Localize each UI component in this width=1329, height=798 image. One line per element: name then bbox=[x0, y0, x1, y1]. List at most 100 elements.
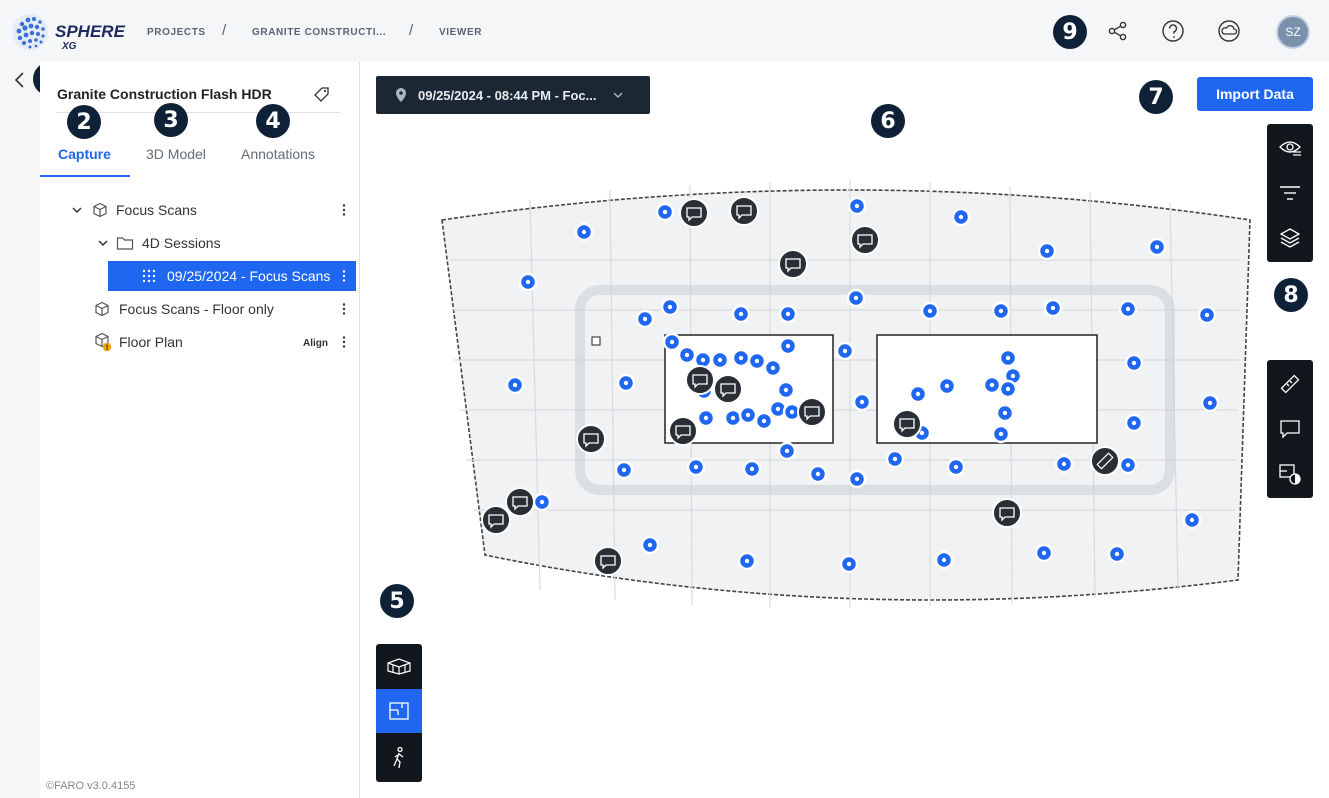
scan-point-center bbox=[859, 399, 865, 405]
help-icon[interactable] bbox=[1159, 16, 1187, 46]
scan-point-center bbox=[1114, 551, 1120, 557]
scan-point-center bbox=[1125, 306, 1131, 312]
walk-view-icon[interactable] bbox=[376, 736, 422, 780]
comment-pin[interactable] bbox=[576, 424, 606, 454]
scan-point-center bbox=[854, 476, 860, 482]
scan-point-center bbox=[761, 418, 767, 424]
measure-pin[interactable] bbox=[1090, 446, 1120, 476]
comment-icon[interactable] bbox=[1267, 407, 1313, 451]
comment-pin[interactable] bbox=[778, 249, 808, 279]
scan-point-center bbox=[730, 415, 736, 421]
more-vertical-icon[interactable] bbox=[340, 203, 348, 217]
floor-plan-map[interactable] bbox=[430, 160, 1260, 620]
comment-pin[interactable] bbox=[729, 196, 759, 226]
divider bbox=[57, 112, 340, 113]
more-vertical-icon[interactable] bbox=[340, 269, 348, 283]
comment-pin[interactable] bbox=[685, 365, 715, 395]
3d-view-icon[interactable] bbox=[376, 644, 422, 688]
scan-point-center bbox=[915, 391, 921, 397]
filter-icon[interactable] bbox=[1267, 171, 1313, 215]
scan-point-center bbox=[927, 308, 933, 314]
scan-point-center bbox=[754, 358, 760, 364]
scan-point-center bbox=[944, 383, 950, 389]
scan-point-center bbox=[581, 229, 587, 235]
scan-point-center bbox=[1005, 355, 1011, 361]
scan-point-center bbox=[784, 448, 790, 454]
tree-label: Focus Scans - Floor only bbox=[119, 301, 274, 317]
layers-icon[interactable] bbox=[1267, 216, 1313, 260]
chevron-left-icon[interactable] bbox=[12, 70, 28, 90]
comment-pin[interactable] bbox=[679, 198, 709, 228]
share-icon[interactable] bbox=[1104, 16, 1132, 46]
import-data-button[interactable]: Import Data bbox=[1197, 77, 1313, 111]
cube-icon bbox=[93, 202, 107, 218]
tree-item-4d-sessions[interactable]: 4D Sessions bbox=[96, 228, 350, 258]
tab-3d-model[interactable]: 3D Model bbox=[146, 146, 206, 162]
callout-badge-9: 9 bbox=[1053, 15, 1087, 49]
align-button[interactable]: Align bbox=[303, 338, 328, 349]
measure-icon[interactable] bbox=[1267, 362, 1313, 406]
comment-pin[interactable] bbox=[593, 546, 623, 576]
scan-point-center bbox=[1061, 461, 1067, 467]
scan-point-center bbox=[642, 316, 648, 322]
comment-pin[interactable] bbox=[892, 409, 922, 439]
scan-point-center bbox=[770, 365, 776, 371]
grid-dots-icon[interactable] bbox=[140, 269, 156, 283]
tree-item-focus-scans[interactable]: Focus Scans bbox=[70, 195, 350, 225]
scan-point-center bbox=[1154, 244, 1160, 250]
annotation-tools-group bbox=[1267, 360, 1313, 498]
tab-capture[interactable]: Capture bbox=[58, 146, 111, 162]
compare-icon[interactable] bbox=[1267, 452, 1313, 496]
scan-point-center bbox=[941, 557, 947, 563]
tag-icon[interactable] bbox=[314, 86, 330, 102]
chevron-down-icon[interactable] bbox=[96, 236, 110, 250]
eye-settings-icon[interactable] bbox=[1267, 126, 1313, 170]
breadcrumb-project[interactable]: GRANITE CONSTRUCTI... bbox=[252, 27, 386, 38]
callout-badge-5: 5 bbox=[380, 584, 414, 618]
comment-pin[interactable] bbox=[992, 498, 1022, 528]
tree-label: 09/25/2024 - Focus Scans bbox=[167, 268, 331, 284]
scan-point-center bbox=[539, 499, 545, 505]
scan-point-center bbox=[1207, 400, 1213, 406]
comment-pin[interactable] bbox=[668, 416, 698, 446]
tree-label: Floor Plan bbox=[119, 334, 183, 350]
scan-point-center bbox=[1050, 305, 1056, 311]
location-pin-icon bbox=[396, 88, 406, 102]
breadcrumb-projects[interactable]: PROJECTS bbox=[147, 27, 206, 38]
scan-point-center bbox=[623, 380, 629, 386]
chevron-down-icon[interactable] bbox=[70, 203, 84, 217]
scan-point-center bbox=[854, 203, 860, 209]
scan-point-center bbox=[700, 357, 706, 363]
session-date-dropdown[interactable]: 09/25/2024 - 08:44 PM - Foc... bbox=[376, 76, 650, 114]
comment-pin[interactable] bbox=[850, 225, 880, 255]
floorplan-view-icon[interactable] bbox=[376, 689, 422, 733]
scan-point-center bbox=[738, 311, 744, 317]
scan-point-center bbox=[1005, 386, 1011, 392]
scan-point-center bbox=[684, 352, 690, 358]
scan-point-center bbox=[525, 279, 531, 285]
scan-point-center bbox=[749, 466, 755, 472]
tree-label: Focus Scans bbox=[116, 202, 197, 218]
user-avatar[interactable]: SZ bbox=[1276, 15, 1310, 49]
scan-point-center bbox=[1044, 248, 1050, 254]
scan-point-center bbox=[785, 343, 791, 349]
comment-pin[interactable] bbox=[797, 397, 827, 427]
comment-pin[interactable] bbox=[481, 505, 511, 535]
scan-point-center bbox=[958, 214, 964, 220]
more-vertical-icon[interactable] bbox=[340, 302, 348, 316]
scan-point-center bbox=[647, 542, 653, 548]
active-tab-indicator bbox=[40, 175, 130, 177]
scan-point-center bbox=[667, 304, 673, 310]
tree-item-floor-plan[interactable]: Floor Plan bbox=[94, 327, 294, 357]
tree-item-floor-only[interactable]: Focus Scans - Floor only bbox=[94, 294, 350, 324]
sphere-xg-logo[interactable]: SPHERE XG bbox=[10, 8, 130, 56]
svg-text:SPHERE: SPHERE bbox=[55, 22, 126, 41]
more-vertical-icon[interactable] bbox=[340, 335, 348, 349]
scan-point-center bbox=[1131, 420, 1137, 426]
scan-point-center bbox=[1131, 360, 1137, 366]
comment-pin[interactable] bbox=[713, 374, 743, 404]
tab-annotations[interactable]: Annotations bbox=[241, 146, 315, 162]
callout-badge-3: 3 bbox=[154, 103, 188, 137]
comment-pin[interactable] bbox=[505, 487, 535, 517]
cloud-icon[interactable] bbox=[1215, 16, 1243, 46]
